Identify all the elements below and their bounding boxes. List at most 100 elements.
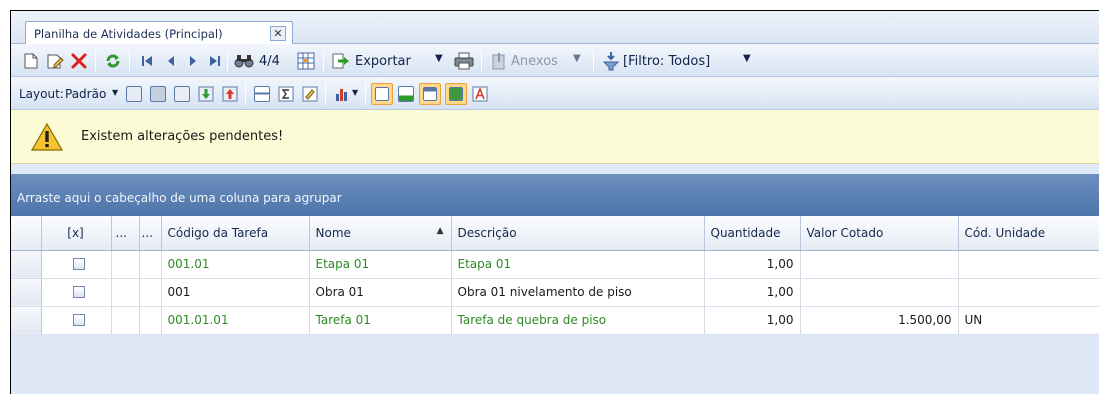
- chart-dropdown-icon[interactable]: ▼: [352, 88, 358, 97]
- column-header-name-label: Nome: [315, 225, 351, 240]
- first-record-icon[interactable]: [139, 52, 155, 70]
- layout-selector[interactable]: Padrão: [65, 86, 106, 102]
- cell-quoted-value[interactable]: [800, 250, 959, 279]
- row-checkbox[interactable]: [41, 278, 112, 307]
- cell-quoted-value[interactable]: 1.500,00: [800, 306, 959, 335]
- row-indicator-header: [11, 216, 42, 251]
- cell-description[interactable]: Obra 01 nivelamento de piso: [451, 278, 705, 307]
- print-icon[interactable]: [453, 51, 475, 71]
- show-preview-icon[interactable]: [445, 83, 467, 105]
- separator: [593, 50, 594, 72]
- group-panel-hint: Arraste aqui o cabeçalho de uma coluna p…: [17, 191, 342, 205]
- separator: [245, 83, 246, 105]
- filter-button[interactable]: [Filtro: Todos]: [623, 52, 710, 70]
- column-header-dots-1[interactable]: ...: [111, 216, 140, 251]
- new-document-icon[interactable]: [21, 51, 41, 71]
- cell-empty: [139, 306, 162, 335]
- pending-changes-warning: Existem alterações pendentes!: [11, 110, 1099, 164]
- edit-icon[interactable]: [45, 51, 65, 71]
- cell-empty: [139, 250, 162, 279]
- last-record-icon[interactable]: [207, 52, 223, 70]
- font-icon[interactable]: [471, 85, 489, 103]
- table-row[interactable]: 001 Obra 01 Obra 01 nivelamento de piso …: [11, 278, 1099, 307]
- column-header-name[interactable]: Nome ▲: [309, 216, 452, 251]
- row-indicator[interactable]: [11, 250, 42, 279]
- cell-unit-code[interactable]: UN: [958, 306, 1099, 335]
- export-button[interactable]: Exportar: [355, 52, 411, 70]
- cell-name[interactable]: Etapa 01: [309, 250, 452, 279]
- cell-quantity[interactable]: 1,00: [704, 278, 801, 307]
- export-dropdown-icon[interactable]: ▼: [435, 53, 443, 64]
- cell-code[interactable]: 001.01.01: [161, 306, 310, 335]
- attachments-dropdown-icon[interactable]: ▼: [573, 53, 581, 64]
- load-layout-icon[interactable]: [221, 85, 239, 103]
- cell-code[interactable]: 001.01: [161, 250, 310, 279]
- separator: [481, 50, 482, 72]
- show-footer-icon[interactable]: [397, 85, 415, 103]
- attachments-button[interactable]: Anexos: [511, 52, 558, 70]
- refresh-icon[interactable]: [103, 51, 123, 71]
- export-icon[interactable]: [331, 51, 351, 71]
- document-tab-strip: Planilha de Atividades (Principal) ✕: [11, 11, 1099, 45]
- close-tab-icon[interactable]: ✕: [270, 26, 286, 41]
- filter-dropdown-icon[interactable]: ▼: [743, 53, 751, 64]
- separator: [365, 83, 366, 105]
- column-header-quoted-value[interactable]: Valor Cotado: [800, 216, 959, 251]
- cell-description[interactable]: Etapa 01: [451, 250, 705, 279]
- row-indicator[interactable]: [11, 278, 42, 307]
- cell-name[interactable]: Tarefa 01: [309, 306, 452, 335]
- sort-ascending-icon: ▲: [436, 225, 444, 236]
- previous-record-icon[interactable]: [163, 52, 179, 70]
- column-header-quantity[interactable]: Quantidade: [704, 216, 801, 251]
- group-layout-icon[interactable]: [125, 85, 143, 103]
- attachment-icon[interactable]: [489, 51, 509, 71]
- checkbox-icon[interactable]: [72, 258, 85, 270]
- column-header-code[interactable]: Código da Tarefa: [161, 216, 310, 251]
- cell-description[interactable]: Tarefa de quebra de piso: [451, 306, 705, 335]
- table-row[interactable]: 001.01.01 Tarefa 01 Tarefa de quebra de …: [11, 306, 1099, 335]
- checkbox-icon[interactable]: [72, 314, 85, 326]
- activities-grid: [x] ... ... Código da Tarefa Nome ▲ Desc…: [11, 216, 1099, 335]
- grid-view-icon[interactable]: [295, 50, 317, 72]
- checkbox-icon[interactable]: [72, 286, 85, 298]
- layout-dropdown-icon[interactable]: ▼: [112, 88, 118, 97]
- group-by-panel[interactable]: Arraste aqui o cabeçalho de uma coluna p…: [11, 174, 1099, 216]
- column-header-check[interactable]: [x]: [41, 216, 112, 251]
- column-layout-icon[interactable]: [149, 85, 167, 103]
- filter-funnel-icon[interactable]: [601, 50, 621, 72]
- show-group-panel-icon[interactable]: [371, 83, 393, 105]
- table-layout-icon[interactable]: [173, 85, 191, 103]
- cell-empty: [111, 306, 140, 335]
- tab-planilha-atividades[interactable]: Planilha de Atividades (Principal) ✕: [25, 21, 293, 45]
- cell-quantity[interactable]: 1,00: [704, 250, 801, 279]
- totals-icon[interactable]: [277, 85, 295, 103]
- cell-unit-code[interactable]: [958, 250, 1099, 279]
- main-toolbar: 4/4 Exportar ▼ Anexos ▼ [Filtro: Todos] …: [11, 44, 1099, 77]
- cell-name[interactable]: Obra 01: [309, 278, 452, 307]
- cell-code[interactable]: 001: [161, 278, 310, 307]
- filter-row-icon[interactable]: [253, 85, 271, 103]
- row-indicator[interactable]: [11, 306, 42, 335]
- table-row[interactable]: 001.01 Etapa 01 Etapa 01 1,00: [11, 250, 1099, 279]
- layout-label: Layout:: [19, 87, 64, 101]
- find-binoculars-icon[interactable]: [233, 51, 255, 71]
- chart-icon[interactable]: [333, 85, 351, 103]
- row-checkbox[interactable]: [41, 306, 112, 335]
- column-header-description[interactable]: Descrição: [451, 216, 705, 251]
- record-counter: 4/4: [259, 53, 280, 69]
- save-layout-icon[interactable]: [197, 85, 215, 103]
- column-header-unit-code[interactable]: Cód. Unidade: [958, 216, 1099, 251]
- grid-header-row: [x] ... ... Código da Tarefa Nome ▲ Desc…: [11, 216, 1099, 251]
- show-header-icon[interactable]: [419, 83, 441, 105]
- separator: [227, 50, 228, 72]
- next-record-icon[interactable]: [185, 52, 201, 70]
- format-icon[interactable]: [301, 85, 319, 103]
- cell-unit-code[interactable]: [958, 278, 1099, 307]
- warning-icon: [31, 122, 63, 151]
- cell-quoted-value[interactable]: [800, 278, 959, 307]
- cell-empty: [111, 250, 140, 279]
- column-header-dots-2[interactable]: ...: [139, 216, 162, 251]
- row-checkbox[interactable]: [41, 250, 112, 279]
- delete-icon[interactable]: [69, 51, 89, 71]
- cell-quantity[interactable]: 1,00: [704, 306, 801, 335]
